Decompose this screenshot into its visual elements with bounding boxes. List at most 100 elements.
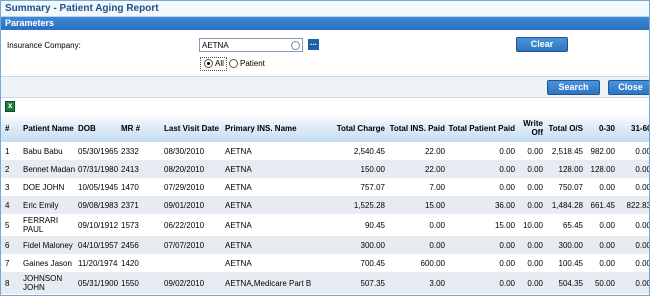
- cell-total-os: 100.45: [558, 258, 583, 268]
- cell-aging-0-30: 0.00: [599, 240, 615, 250]
- cell-total-patient-paid: 0.00: [499, 182, 515, 192]
- cell-write-off: 0.00: [527, 258, 543, 268]
- cell-primary-ins-name: AETNA: [225, 164, 252, 174]
- title-bar: Summary - Patient Aging Report: [1, 1, 649, 17]
- cell-total-os: 128.00: [558, 164, 583, 174]
- table-row[interactable]: 8 JOHNSON JOHN 05/31/1900 1550 09/02/2010 AET…: [1, 272, 649, 294]
- insurance-company-label: Insurance Company:: [7, 41, 81, 50]
- cell-aging-31-60: 0.00: [635, 240, 650, 250]
- cell-dob: 05/30/1965: [78, 146, 119, 156]
- col-header[interactable]: DOB: [78, 114, 118, 142]
- excel-icon[interactable]: [5, 101, 15, 112]
- table-row[interactable]: 7 Gaines Jason 11/20/1974 1420 AETNA 700.45 60…: [1, 254, 650, 272]
- cell-patient-name: DOE JOHN: [23, 182, 65, 192]
- col-header[interactable]: MR #: [121, 114, 151, 142]
- cell-total-patient-paid: 15.00: [494, 220, 515, 230]
- clear-button[interactable]: Clear: [516, 37, 568, 52]
- cell-total-patient-paid: 0.00: [499, 146, 515, 156]
- cell-total-charge: 1,525.28: [353, 200, 385, 210]
- cell-dob: 09/10/1912: [78, 220, 119, 230]
- table-row[interactable]: 1 Babu Babu 05/30/1965 2332 08/30/2010 AETNA 2…: [1, 142, 649, 160]
- cell-total-ins-paid: 7.00: [429, 182, 445, 192]
- table-row[interactable]: 4 Eric Emily 09/08/1983 2371 09/01/2010 AETNA…: [1, 196, 649, 214]
- cell-primary-ins-name: AETNA: [225, 182, 252, 192]
- cell-total-ins-paid: 22.00: [424, 164, 445, 174]
- col-header: #: [5, 123, 10, 133]
- col-header[interactable]: Last Visit Date: [164, 114, 224, 142]
- col-header[interactable]: Total O/S: [543, 114, 583, 142]
- cell-last-visit-date: 06/22/2010: [164, 220, 205, 230]
- cell-aging-0-30: 0.00: [599, 182, 615, 192]
- cell-row-number: 7: [5, 258, 10, 268]
- radio-patient-icon[interactable]: [229, 59, 238, 69]
- cell-total-ins-paid: 0.00: [429, 240, 445, 250]
- col-header[interactable]: 0-30: [583, 114, 615, 142]
- cell-mr-number: 1550: [121, 278, 139, 288]
- cell-dob: 07/31/1980: [78, 164, 119, 174]
- cell-total-charge: 300.00: [360, 240, 385, 250]
- cell-aging-0-30: 0.00: [599, 220, 615, 230]
- parameters-panel: Insurance Company: ... Clear All Patient: [1, 30, 649, 76]
- table-row[interactable]: 3 DOE JOHN 10/05/1945 1470 07/29/2010 AETNA 75…: [1, 178, 649, 196]
- cell-aging-31-60: 0.00: [635, 164, 650, 174]
- insurance-company-input[interactable]: [199, 38, 303, 52]
- cell-total-patient-paid: 0.00: [499, 278, 515, 288]
- cell-patient-name: Bennet Madan: [23, 164, 76, 174]
- cell-write-off: 0.00: [527, 240, 543, 250]
- cell-patient-name: JOHNSON JOHN: [23, 274, 63, 292]
- col-header[interactable]: Total INS. Paid: [385, 114, 445, 142]
- col-header[interactable]: Primary INS. Name: [225, 114, 325, 142]
- cell-primary-ins-name: AETNA: [225, 146, 252, 156]
- cell-total-charge: 757.07: [360, 182, 385, 192]
- radio-all-label: All: [215, 59, 224, 68]
- cell-total-patient-paid: 36.00: [494, 200, 515, 210]
- cell-write-off: 0.00: [527, 146, 543, 156]
- table-row[interactable]: 6 Fidel Maloney 04/10/1957 2456 07/07/2010 AE…: [1, 236, 650, 254]
- cell-patient-name: Eric Emily: [23, 200, 59, 210]
- radio-all-icon[interactable]: [204, 59, 213, 69]
- cell-total-ins-paid: 22.00: [424, 146, 445, 156]
- radio-all[interactable]: All: [204, 59, 224, 69]
- cell-total-ins-paid: 600.00: [420, 258, 445, 268]
- col-header[interactable]: Patient Name: [23, 114, 77, 142]
- cell-aging-31-60: 0.00: [635, 258, 650, 268]
- cell-mr-number: 1573: [121, 220, 139, 230]
- search-button[interactable]: Search: [547, 80, 600, 95]
- cell-mr-number: 1420: [121, 258, 139, 268]
- cell-aging-0-30: 982.00: [590, 146, 615, 156]
- cell-total-charge: 507.35: [360, 278, 385, 288]
- cell-total-ins-paid: 3.00: [429, 278, 445, 288]
- table-row[interactable]: 5 FERRARI PAUL 09/10/1912 1573 06/22/2010 AET…: [1, 214, 650, 236]
- col-header[interactable]: Total Charge: [321, 114, 385, 142]
- cell-write-off: 10.00: [522, 220, 543, 230]
- cell-total-charge: 150.00: [360, 164, 385, 174]
- cell-last-visit-date: 07/07/2010: [164, 240, 205, 250]
- cell-mr-number: 2332: [121, 146, 139, 156]
- cell-last-visit-date: 07/29/2010: [164, 182, 205, 192]
- cell-last-visit-date: [164, 254, 224, 272]
- page-title: Summary - Patient Aging Report: [5, 3, 159, 14]
- cell-aging-31-60: 0.00: [635, 220, 650, 230]
- insurance-clear-circle-icon[interactable]: [291, 41, 300, 50]
- close-button[interactable]: Close: [608, 80, 649, 95]
- cell-aging-0-30: 50.00: [594, 278, 615, 288]
- cell-total-charge: 2,540.45: [353, 146, 385, 156]
- cell-write-off: 0.00: [527, 164, 543, 174]
- cell-row-number: 5: [5, 220, 10, 230]
- cell-aging-0-30: 0.00: [599, 258, 615, 268]
- cell-total-patient-paid: 0.00: [499, 258, 515, 268]
- cell-primary-ins-name: AETNA: [225, 200, 252, 210]
- cell-write-off: 0.00: [527, 200, 543, 210]
- cell-total-os: 1,484.28: [551, 200, 583, 210]
- col-header[interactable]: 31-60: [631, 114, 649, 142]
- radio-patient[interactable]: Patient: [229, 59, 265, 69]
- col-header[interactable]: Write Off: [515, 114, 543, 142]
- cell-primary-ins-name: AETNA: [225, 258, 252, 268]
- col-header[interactable]: Total Patient Paid: [445, 114, 515, 142]
- cell-last-visit-date: 09/02/2010: [164, 278, 205, 288]
- cell-dob: 09/08/1983: [78, 200, 119, 210]
- table-row[interactable]: 2 Bennet Madan 07/31/1980 2413 08/20/2010 AET…: [1, 160, 650, 178]
- cell-total-ins-paid: 15.00: [424, 200, 445, 210]
- cell-mr-number: 1470: [121, 182, 139, 192]
- insurance-browse-button[interactable]: ...: [308, 39, 319, 50]
